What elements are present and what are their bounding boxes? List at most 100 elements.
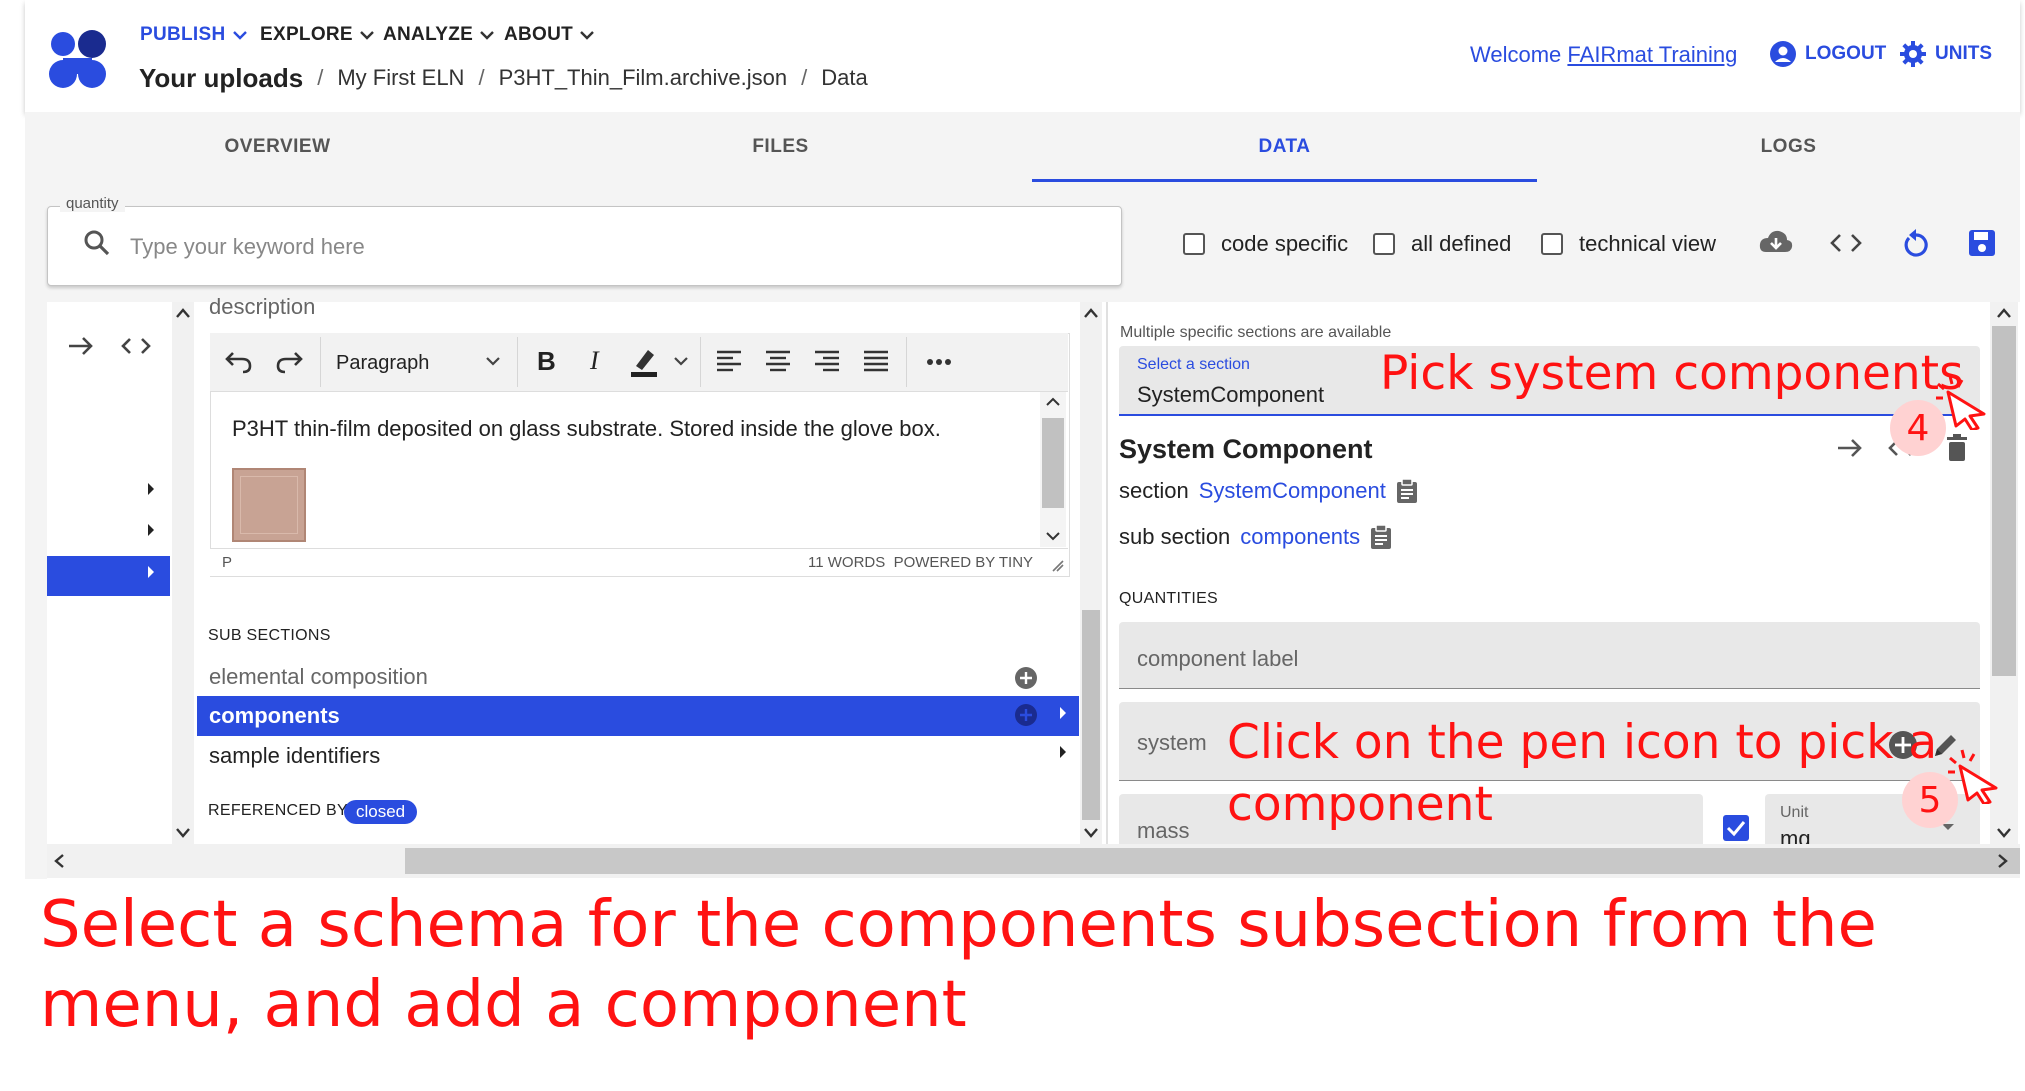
sub-section-label: components — [209, 703, 340, 728]
nav-scrollbar[interactable] — [172, 302, 194, 844]
sub-section-components[interactable]: components — [197, 696, 1079, 736]
breadcrumb-separator: / — [317, 65, 324, 90]
chevron-down-icon — [579, 30, 595, 40]
description-label: description — [209, 294, 316, 319]
breadcrumb-uploads[interactable]: Your uploads — [139, 63, 303, 94]
sub-section-label: elemental composition — [209, 664, 428, 689]
search-input[interactable] — [128, 228, 1092, 266]
redo-icon[interactable] — [274, 347, 304, 375]
editor-path: P — [222, 554, 233, 571]
align-justify-icon[interactable] — [863, 350, 889, 372]
chevron-down-icon[interactable] — [672, 355, 690, 367]
menu-analyze[interactable]: ANALYZE — [383, 22, 495, 48]
reload-icon[interactable] — [1901, 228, 1931, 260]
technical-view-checkbox[interactable]: technical view — [1541, 231, 1716, 257]
resize-handle-icon[interactable] — [1052, 560, 1064, 572]
caret-right-icon[interactable] — [146, 481, 156, 497]
code-icon[interactable] — [1829, 228, 1863, 258]
tab-overview[interactable]: OVERVIEW — [25, 112, 530, 182]
arrow-right-icon[interactable] — [1836, 436, 1864, 460]
menu-about[interactable]: ABOUT — [504, 22, 595, 48]
referenced-by-heading: REFERENCED BY — [208, 802, 348, 819]
scroll-left-icon[interactable] — [52, 852, 66, 870]
delete-icon[interactable] — [1945, 434, 1969, 462]
click-cursor-icon — [1932, 374, 1992, 430]
caret-right-icon[interactable] — [146, 522, 156, 538]
cloud-download-icon[interactable] — [1758, 228, 1794, 258]
subsection-definition-link[interactable]: components — [1240, 524, 1360, 550]
arrow-right-icon[interactable] — [67, 334, 95, 358]
system-label: system — [1137, 730, 1207, 755]
italic-icon[interactable]: I — [590, 346, 599, 376]
units-label: UNITS — [1935, 43, 1992, 64]
save-icon[interactable] — [1967, 228, 1997, 258]
section-definition-link[interactable]: SystemComponent — [1199, 478, 1386, 504]
checkbox-box — [1541, 233, 1563, 255]
toolbar-divider — [320, 337, 321, 387]
section-prefix: section — [1119, 478, 1189, 503]
block-format-select[interactable]: Paragraph — [336, 352, 429, 375]
mass-label: mass — [1137, 818, 1190, 843]
scroll-right-icon[interactable] — [1996, 852, 2010, 870]
units-button[interactable]: UNITS — [1899, 40, 1992, 68]
annotation-pen-icon: Click on the pen icon to pick a componen… — [1227, 715, 1938, 832]
align-left-icon[interactable] — [716, 350, 742, 372]
checkbox-box — [1183, 233, 1205, 255]
scroll-down-icon[interactable] — [1045, 530, 1061, 542]
sub-sections-heading: SUB SECTIONS — [208, 627, 331, 644]
sub-section-sample-identifiers[interactable]: sample identifiers — [197, 736, 1079, 776]
horizontal-scroll-thumb[interactable] — [405, 848, 2020, 874]
scroll-up-icon[interactable] — [174, 306, 192, 320]
code-specific-label: code specific — [1221, 231, 1349, 256]
scroll-down-icon[interactable] — [1995, 826, 2013, 840]
nomad-logo[interactable] — [46, 28, 112, 92]
more-icon[interactable] — [926, 358, 952, 366]
breadcrumb: Your uploads / My First ELN / P3HT_Thin_… — [139, 60, 868, 96]
toolbar-divider — [906, 337, 907, 387]
bold-icon[interactable]: B — [537, 346, 556, 377]
section-title: System Component — [1119, 434, 1373, 464]
add-circle-icon[interactable] — [1014, 666, 1038, 690]
checkbox-box — [1373, 233, 1395, 255]
referenced-by-badge[interactable]: closed — [344, 800, 418, 824]
breadcrumb-entry[interactable]: P3HT_Thin_Film.archive.json — [499, 65, 788, 91]
logout-button[interactable]: LOGOUT — [1769, 40, 1886, 68]
scroll-up-icon[interactable] — [1995, 306, 2013, 320]
scroll-down-icon[interactable] — [1082, 826, 1100, 840]
chevron-down-icon — [484, 355, 502, 367]
breadcrumb-separator: / — [801, 65, 808, 90]
highlight-icon[interactable] — [628, 344, 660, 378]
subsection-prefix: sub section — [1119, 524, 1231, 549]
breadcrumb-upload[interactable]: My First ELN — [337, 65, 464, 91]
tab-logs[interactable]: LOGS — [1536, 112, 2025, 182]
scroll-up-icon[interactable] — [1082, 306, 1100, 320]
middle-scroll-thumb[interactable] — [1082, 610, 1100, 820]
scroll-down-icon[interactable] — [174, 826, 192, 840]
tab-data[interactable]: DATA — [1032, 112, 1537, 182]
align-right-icon[interactable] — [814, 350, 840, 372]
add-circle-icon[interactable] — [1014, 703, 1038, 727]
logout-label: LOGOUT — [1805, 43, 1887, 64]
breadcrumb-data: Data — [821, 65, 868, 90]
sub-section-elemental-composition[interactable]: elemental composition — [197, 657, 1079, 697]
welcome-prefix: Welcome — [1470, 42, 1562, 67]
code-specific-checkbox[interactable]: code specific — [1183, 231, 1348, 257]
editor-scroll-thumb[interactable] — [1042, 418, 1064, 508]
scroll-up-icon[interactable] — [1045, 396, 1061, 408]
code-icon[interactable] — [120, 334, 152, 358]
menu-publish[interactable]: PUBLISH — [140, 22, 248, 48]
clipboard-icon[interactable] — [1396, 478, 1418, 504]
clipboard-icon[interactable] — [1370, 524, 1392, 550]
tab-files[interactable]: FILES — [528, 112, 1033, 182]
all-defined-checkbox[interactable]: all defined — [1373, 231, 1511, 257]
editor-content[interactable]: P3HT thin-film deposited on glass substr… — [232, 416, 941, 442]
sub-section-label: sample identifiers — [209, 743, 381, 768]
toolbar-divider — [517, 337, 518, 387]
user-link[interactable]: FAIRmat Training — [1567, 42, 1737, 67]
undo-icon[interactable] — [224, 347, 254, 375]
caret-right-icon — [146, 564, 156, 580]
align-center-icon[interactable] — [765, 350, 791, 372]
right-scroll-thumb[interactable] — [1992, 326, 2016, 676]
menu-explore[interactable]: EXPLORE — [260, 22, 375, 48]
technical-view-label: technical view — [1579, 231, 1716, 256]
